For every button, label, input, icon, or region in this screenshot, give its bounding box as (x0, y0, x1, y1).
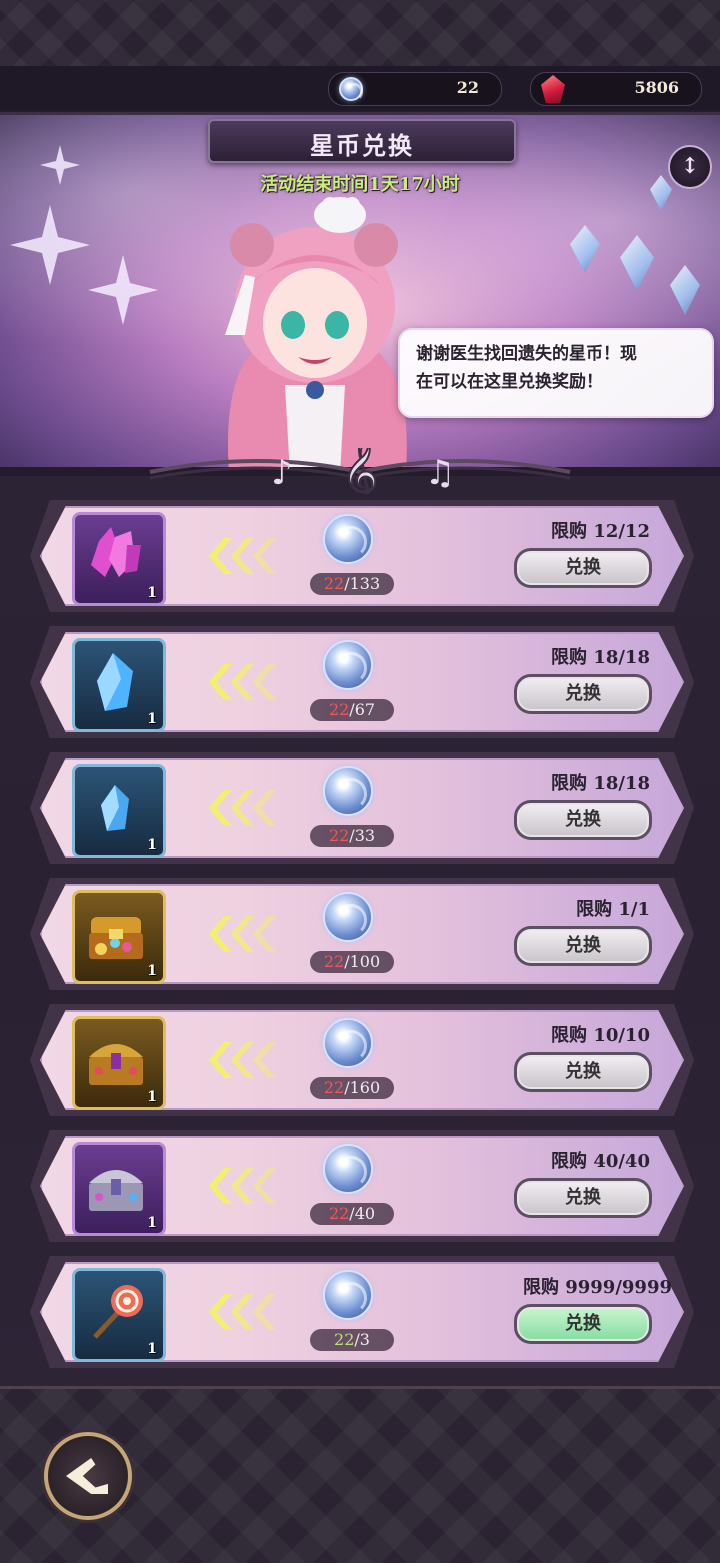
item-count: 1 (147, 585, 157, 601)
exchange-row: 1 22/33 限购 18/18 兑换 (30, 752, 694, 864)
star-coin-icon (323, 1270, 373, 1320)
music-divider: 𝄞 ♪ ♫ (149, 448, 571, 494)
sparkle-decor (10, 205, 90, 285)
exchange-row: 1 22/160 限购 10/10 兑换 (30, 1004, 694, 1116)
required-amount: /133 (344, 574, 381, 593)
top-decor-strip (0, 0, 720, 68)
info-icon: ↕ (680, 153, 700, 179)
silver-chest-icon[interactable]: 1 (72, 1142, 166, 1236)
title-plate: 星币兑换 (208, 119, 516, 163)
required-amount: /33 (349, 826, 376, 845)
cost-label: 22/40 (310, 1203, 394, 1225)
sparkle-decor (88, 255, 158, 325)
event-end-time: 活动结束时间1天17小时 (260, 174, 460, 195)
star-coin-icon (323, 766, 373, 816)
exchange-row: 1 22/100 限购 1/1 兑换 (30, 878, 694, 990)
blue-crystal-icon[interactable]: 1 (72, 638, 166, 732)
cost-label: 22/67 (310, 699, 394, 721)
treasure-pile-icon[interactable]: 1 (72, 890, 166, 984)
exchange-button[interactable]: 兑换 (514, 1052, 652, 1092)
page-title: 星币兑换 (310, 131, 414, 160)
cost-label: 22/160 (310, 1077, 394, 1099)
music-notes-icon: ♫ (425, 453, 455, 493)
exchange-row: 1 22/40 限购 40/40 兑换 (30, 1130, 694, 1242)
gem-amount: 5806 (634, 78, 679, 97)
sparkle-decor (40, 145, 80, 185)
music-note-icon: ♪ (271, 453, 293, 493)
crystal-decor (620, 235, 654, 291)
exchange-button[interactable]: 兑换 (514, 1304, 652, 1344)
dialogue-line-1: 谢谢医生找回遗失的星币！现 (416, 344, 637, 364)
exchange-button[interactable]: 兑换 (514, 926, 652, 966)
exchange-button[interactable]: 兑换 (514, 800, 652, 840)
star-coin-icon (323, 1018, 373, 1068)
purchase-limit: 限购 12/12 (551, 521, 650, 542)
cost-label: 22/33 (310, 825, 394, 847)
gem-counter: 5806 (530, 72, 702, 106)
red-gem-icon (541, 75, 565, 103)
treble-clef-icon: 𝄞 (342, 448, 379, 494)
character-illustration (225, 197, 407, 467)
gold-chest-icon[interactable]: 1 (72, 1016, 166, 1110)
item-count: 1 (147, 837, 157, 853)
purchase-limit: 限购 9999/9999 (522, 1277, 672, 1298)
owned-amount: 22 (323, 952, 345, 971)
crystal-decor (670, 265, 700, 315)
exchange-button[interactable]: 兑换 (514, 674, 652, 714)
cost-label: 22/3 (310, 1329, 394, 1351)
required-amount: /160 (344, 1078, 381, 1097)
required-amount: /100 (344, 952, 381, 971)
star-coin-icon (323, 1144, 373, 1194)
purchase-limit: 限购 10/10 (551, 1025, 650, 1046)
lollipop-icon[interactable]: 1 (72, 1268, 166, 1362)
required-amount: /3 (354, 1330, 370, 1349)
item-count: 1 (147, 711, 157, 727)
star-coin-counter: 22 (328, 72, 502, 106)
owned-amount: 22 (328, 1204, 350, 1223)
required-amount: /67 (349, 700, 376, 719)
star-coin-icon (339, 77, 363, 101)
purchase-limit: 限购 1/1 (576, 899, 650, 920)
star-coin-icon (323, 640, 373, 690)
purchase-limit: 限购 18/18 (551, 773, 650, 794)
exchange-row: 1 22/67 限购 18/18 兑换 (30, 626, 694, 738)
owned-amount: 22 (323, 1078, 345, 1097)
back-arrow-icon (66, 1458, 108, 1494)
owned-amount: 22 (323, 574, 345, 593)
back-button[interactable] (44, 1432, 132, 1520)
star-coin-icon (323, 514, 373, 564)
purchase-limit: 限购 18/18 (551, 647, 650, 668)
cost-label: 22/133 (310, 573, 394, 595)
crystal-decor (570, 225, 600, 273)
dialogue-bubble: 谢谢医生找回遗失的星币！现 在可以在这里兑换奖励！ (398, 328, 714, 418)
purple-crystal-icon[interactable]: 1 (72, 512, 166, 606)
dialogue-line-2: 在可以在这里兑换奖励！ (416, 372, 603, 392)
exchange-row: 1 22/3 限购 9999/9999 兑换 (30, 1256, 694, 1368)
required-amount: /40 (349, 1204, 376, 1223)
owned-amount: 22 (334, 1330, 355, 1349)
owned-amount: 22 (328, 700, 350, 719)
cost-label: 22/100 (310, 951, 394, 973)
crystal-decor (650, 175, 672, 211)
info-button[interactable]: ↕ (668, 145, 712, 189)
item-count: 1 (147, 1341, 157, 1357)
exchange-row: 1 22/133 限购 12/12 兑换 (30, 500, 694, 612)
item-count: 1 (147, 1215, 157, 1231)
exchange-button[interactable]: 兑换 (514, 1178, 652, 1218)
item-count: 1 (147, 963, 157, 979)
star-coin-icon (323, 892, 373, 942)
item-count: 1 (147, 1089, 157, 1105)
exchange-button[interactable]: 兑换 (514, 548, 652, 588)
purchase-limit: 限购 40/40 (551, 1151, 650, 1172)
owned-amount: 22 (328, 826, 350, 845)
star-coin-amount: 22 (456, 78, 479, 97)
blue-crystal-small-icon[interactable]: 1 (72, 764, 166, 858)
